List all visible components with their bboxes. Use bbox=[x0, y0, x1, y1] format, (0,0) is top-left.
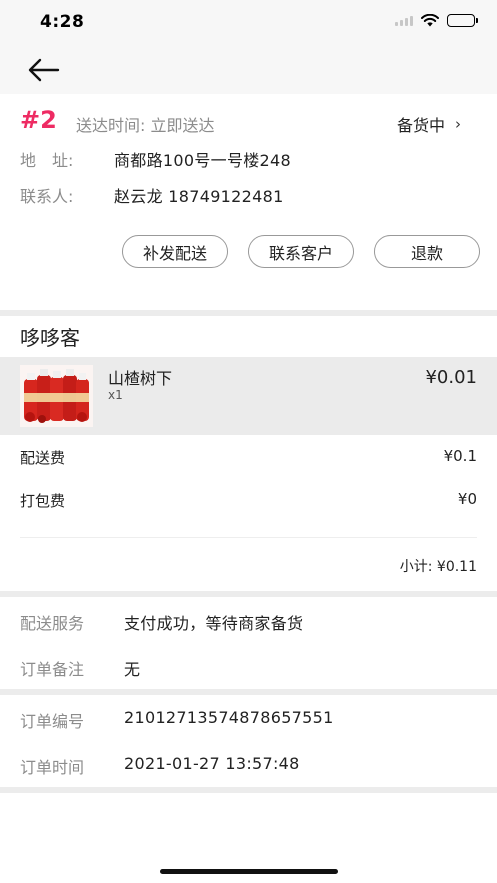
packing-fee-row: 打包费 ¥0 bbox=[20, 490, 477, 511]
contact-label: 联系人: bbox=[20, 187, 74, 206]
order-time-label: 订单时间 bbox=[20, 758, 85, 777]
status-time: 4:28 bbox=[40, 12, 85, 32]
address-row: 地 址: 商都路100号一号楼248 bbox=[20, 147, 291, 171]
resend-delivery-button[interactable]: 补发配送 bbox=[122, 235, 228, 268]
item-price: ¥0.01 bbox=[425, 367, 477, 388]
item-name: 山楂树下 bbox=[108, 369, 173, 388]
order-remark-label: 订单备注 bbox=[20, 660, 85, 679]
contact-value: 赵云龙 18749122481 bbox=[114, 187, 284, 206]
section-divider bbox=[0, 591, 497, 597]
nav-bar bbox=[0, 46, 497, 94]
delivery-fee-label: 配送费 bbox=[20, 449, 66, 467]
contact-row: 联系人: 赵云龙 18749122481 bbox=[20, 183, 284, 207]
back-arrow-icon bbox=[28, 58, 60, 82]
status-icons bbox=[395, 14, 478, 27]
battery-icon bbox=[447, 14, 478, 27]
signal-icon bbox=[395, 15, 413, 26]
order-header: #2 送达时间: 立即送达 备货中 › 地 址: 商都路100号一号楼248 联… bbox=[0, 94, 497, 310]
chevron-right-icon: › bbox=[455, 115, 461, 133]
section-divider bbox=[0, 689, 497, 695]
order-id-label: 订单编号 bbox=[20, 712, 85, 731]
store-name: 哆哆客 bbox=[20, 326, 80, 350]
contact-customer-button[interactable]: 联系客户 bbox=[248, 235, 354, 268]
address-label: 地 址: bbox=[20, 151, 74, 170]
order-time-row: 订单时间 2021-01-27 13:57:48 bbox=[20, 754, 300, 778]
order-number: #2 bbox=[20, 106, 57, 134]
order-id-row: 订单编号 21012713574878657551 bbox=[20, 708, 334, 732]
product-thumbnail bbox=[20, 365, 93, 427]
item-quantity: x1 bbox=[108, 388, 123, 402]
action-buttons: 补发配送 联系客户 退款 bbox=[0, 235, 497, 269]
section-divider bbox=[0, 310, 497, 316]
list-item[interactable]: 山楂树下 x1 ¥0.01 bbox=[0, 357, 497, 435]
delivery-service-label: 配送服务 bbox=[20, 614, 85, 633]
order-remark-value: 无 bbox=[124, 660, 141, 679]
address-value: 商都路100号一号楼248 bbox=[114, 151, 291, 170]
order-status-link[interactable]: 备货中 › bbox=[397, 112, 461, 136]
refund-button[interactable]: 退款 bbox=[374, 235, 480, 268]
fee-divider bbox=[20, 537, 477, 538]
packing-fee-label: 打包费 bbox=[20, 492, 66, 510]
delivery-service-row: 配送服务 支付成功，等待商家备货 bbox=[20, 610, 303, 634]
order-time-value: 2021-01-27 13:57:48 bbox=[124, 754, 300, 773]
subtotal: 小计: ¥0.11 bbox=[399, 559, 477, 575]
order-id-value: 21012713574878657551 bbox=[124, 708, 334, 727]
back-button[interactable] bbox=[26, 54, 62, 86]
delivery-time: 送达时间: 立即送达 bbox=[76, 116, 215, 135]
order-remark-row: 订单备注 无 bbox=[20, 656, 140, 680]
section-divider bbox=[0, 787, 497, 793]
packing-fee-value: ¥0 bbox=[457, 490, 477, 508]
wifi-icon bbox=[421, 14, 439, 27]
home-indicator[interactable] bbox=[160, 869, 338, 874]
delivery-service-value: 支付成功，等待商家备货 bbox=[124, 614, 304, 633]
delivery-fee-row: 配送费 ¥0.1 bbox=[20, 447, 477, 468]
delivery-fee-value: ¥0.1 bbox=[443, 447, 477, 465]
order-status: 备货中 bbox=[396, 116, 445, 135]
status-bar: 4:28 bbox=[0, 0, 497, 46]
